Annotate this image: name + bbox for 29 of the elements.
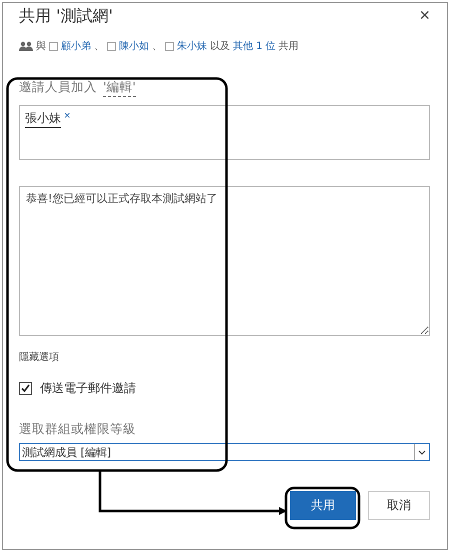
person-link[interactable]: 朱小妹: [177, 39, 207, 53]
message-field[interactable]: 恭喜!您已經可以正式存取本測試網站了: [19, 186, 430, 336]
separator-text: 、: [94, 40, 104, 53]
group-select[interactable]: 測試網成員 [編輯]: [19, 443, 430, 461]
cancel-button[interactable]: 取消: [368, 491, 430, 520]
invite-label: 邀請人員加入: [19, 79, 97, 96]
presence-icon: [107, 42, 116, 50]
share-button[interactable]: 共用: [290, 491, 356, 520]
separator-text: 、: [152, 40, 162, 53]
person-link[interactable]: 顧小弟: [61, 39, 91, 53]
people-picker-field[interactable]: 張小妹 ×: [19, 105, 430, 160]
checkbox-label: 傳送電子郵件邀請: [40, 380, 136, 397]
group-label: 選取群組或權限等級: [19, 421, 137, 438]
person-token: 張小妹: [25, 110, 61, 128]
email-checkbox[interactable]: [19, 382, 32, 395]
others-link[interactable]: 其他 1 位: [233, 39, 276, 53]
remove-button[interactable]: ×: [64, 110, 70, 122]
close-button[interactable]: ×: [419, 6, 430, 24]
presence-icon: [165, 42, 174, 50]
conjunction-text: 以及: [210, 40, 230, 53]
dialog-title: 共用 '測試網': [19, 6, 113, 27]
caret-icon: [418, 450, 426, 454]
hide-options-link[interactable]: 隱藏選項: [19, 350, 430, 364]
permission-link[interactable]: '編輯': [103, 79, 136, 97]
person-link[interactable]: 陳小如: [119, 39, 149, 53]
people-icon: [19, 41, 33, 51]
shared-suffix-text: 共用: [278, 40, 299, 53]
shared-with-text: 與: [36, 40, 46, 53]
presence-icon: [49, 42, 58, 50]
